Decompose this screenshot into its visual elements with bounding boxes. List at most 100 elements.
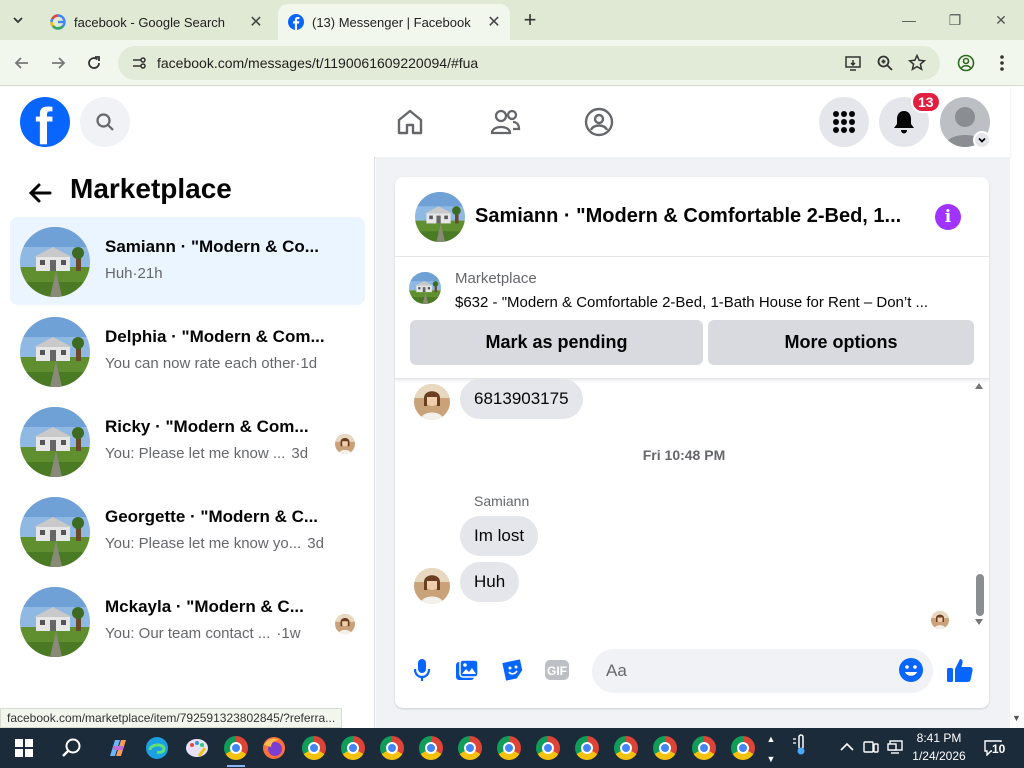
sticker-button[interactable] xyxy=(499,656,527,684)
conversation-item[interactable]: Mckayla · "Modern & C... You: Our team c… xyxy=(10,577,365,665)
notification-badge: 13 xyxy=(911,91,941,113)
sender-avatar[interactable] xyxy=(414,568,450,604)
new-tab-button[interactable]: + xyxy=(518,7,542,32)
taskbar-paint[interactable] xyxy=(183,734,211,762)
taskbar-chrome[interactable] xyxy=(729,734,757,762)
start-button[interactable] xyxy=(10,734,38,762)
taskbar-chrome[interactable] xyxy=(612,734,640,762)
reload-button[interactable] xyxy=(82,51,106,75)
menu-button[interactable] xyxy=(819,97,869,147)
message-scrollbar[interactable] xyxy=(973,379,985,627)
tab-messenger[interactable]: (13) Messenger | Facebook ✕ xyxy=(278,4,510,40)
url-text: facebook.com/messages/t/1190061609220094… xyxy=(157,55,479,71)
conversation-item[interactable]: Georgette · "Modern & C... You: Please l… xyxy=(10,487,365,575)
sender-avatar[interactable] xyxy=(414,384,450,420)
back-button[interactable] xyxy=(10,51,34,75)
conversation-name: Delphia · "Modern & Com... xyxy=(105,327,325,346)
close-window-button[interactable]: ✕ xyxy=(986,8,1016,32)
page-scroll-down-arrow-icon[interactable]: ▼ xyxy=(1012,713,1021,723)
chrome-icon xyxy=(341,736,365,760)
taskbar-search[interactable] xyxy=(58,734,86,762)
nav-friends[interactable] xyxy=(487,104,523,140)
clock-date[interactable]: 1/24/2026 xyxy=(908,749,970,763)
address-bar[interactable]: facebook.com/messages/t/1190061609220094… xyxy=(118,46,940,80)
taskbar-chrome[interactable] xyxy=(651,734,679,762)
profile-button[interactable] xyxy=(954,51,978,75)
weather-thermometer-icon[interactable] xyxy=(792,734,810,755)
photo-icon xyxy=(456,659,479,680)
site-info-icon[interactable] xyxy=(124,55,154,71)
close-tab-icon[interactable]: ✕ xyxy=(246,12,266,32)
taskbar-chrome[interactable] xyxy=(534,734,562,762)
taskbar-overflow-up-icon[interactable]: ▲ xyxy=(762,730,780,748)
conversation-item[interactable]: Delphia · "Modern & Com... You can now r… xyxy=(10,307,365,395)
scroll-up-arrow-icon[interactable] xyxy=(975,383,983,389)
voice-clip-button[interactable] xyxy=(408,656,436,684)
back-arrow-icon[interactable] xyxy=(26,179,54,207)
taskbar-copilot[interactable] xyxy=(104,734,132,762)
conversation-time: 3d xyxy=(291,445,309,462)
facebook-logo[interactable]: f xyxy=(20,97,70,147)
restore-button[interactable]: ❐ xyxy=(940,8,970,32)
taskbar-overflow-down-icon[interactable]: ▼ xyxy=(762,750,780,768)
gif-button[interactable]: GIF xyxy=(543,656,571,684)
taskbar-chrome[interactable] xyxy=(456,734,484,762)
taskbar-chrome[interactable] xyxy=(495,734,523,762)
forward-button[interactable] xyxy=(46,51,70,75)
more-options-button[interactable]: More options xyxy=(708,320,974,365)
conversation-item[interactable]: Samiann · "Modern & Co... Huh ·21h xyxy=(10,217,365,305)
tab-title: (13) Messenger | Facebook xyxy=(312,14,471,30)
conversation-name: Samiann · "Modern & Co... xyxy=(105,237,319,256)
smiley-icon xyxy=(899,658,923,682)
like-button[interactable] xyxy=(946,656,974,684)
taskbar-chrome[interactable] xyxy=(378,734,406,762)
account-chevron[interactable] xyxy=(973,131,991,149)
bookmark-star-icon[interactable] xyxy=(908,54,926,72)
conversation-item[interactable]: Ricky · "Modern & Com... You: Please let… xyxy=(10,397,365,485)
nav-groups[interactable] xyxy=(581,104,617,140)
conversation-snippet: You can now rate each other xyxy=(105,355,296,372)
house-thumbnail[interactable] xyxy=(415,192,465,242)
network-icon[interactable] xyxy=(886,738,904,756)
taskbar-chrome[interactable] xyxy=(573,734,601,762)
install-app-icon[interactable] xyxy=(844,54,862,72)
arrow-left-icon xyxy=(14,57,28,69)
conversation-name: Ricky · "Modern & Com... xyxy=(105,417,309,436)
listing-label: Marketplace xyxy=(455,270,537,287)
zoom-icon[interactable] xyxy=(876,54,894,72)
marketplace-conversations-panel: Marketplace Samiann · "Modern & Co... Hu… xyxy=(0,157,375,728)
taskbar-chrome[interactable] xyxy=(300,734,328,762)
show-hidden-icons-icon[interactable] xyxy=(838,738,856,756)
attach-photo-button[interactable] xyxy=(453,656,481,684)
emoji-button[interactable] xyxy=(897,656,925,684)
search-button[interactable] xyxy=(80,97,130,147)
scrollbar-thumb[interactable] xyxy=(976,574,984,616)
taskbar-firefox[interactable] xyxy=(260,734,288,762)
taskbar-chrome[interactable] xyxy=(417,734,445,762)
taskbar-chrome[interactable] xyxy=(222,734,250,762)
chat-title[interactable]: Samiann · "Modern & Comfortable 2-Bed, 1… xyxy=(475,205,915,228)
chrome-icon xyxy=(653,736,677,760)
taskbar-chrome[interactable] xyxy=(690,734,718,762)
taskbar-edge[interactable] xyxy=(143,734,171,762)
friends-icon xyxy=(490,109,521,135)
taskbar-chrome[interactable] xyxy=(339,734,367,762)
mark-as-pending-button[interactable]: Mark as pending xyxy=(410,320,703,365)
house-thumbnail[interactable] xyxy=(409,272,441,304)
tab-google-search[interactable]: facebook - Google Search ✕ xyxy=(40,4,272,40)
conversation-name: Mckayla · "Modern & C... xyxy=(105,597,304,616)
chevron-down-icon xyxy=(13,17,23,24)
message-input[interactable]: Aa xyxy=(592,649,933,693)
scroll-down-arrow-icon[interactable] xyxy=(975,619,983,625)
tab-search-button[interactable] xyxy=(4,6,32,34)
minimize-button[interactable]: — xyxy=(894,8,924,32)
close-tab-icon[interactable]: ✕ xyxy=(484,12,504,32)
arrow-right-icon xyxy=(52,57,66,69)
info-icon[interactable]: i xyxy=(935,204,961,230)
browser-menu-button[interactable] xyxy=(990,51,1014,75)
conversation-time: ·21h xyxy=(132,265,163,282)
nav-home[interactable] xyxy=(392,104,428,140)
clock-time[interactable]: 8:41 PM xyxy=(908,731,970,745)
device-icon[interactable] xyxy=(862,738,880,756)
listing-title[interactable]: $632 - "Modern & Comfortable 2-Bed, 1-Ba… xyxy=(455,294,975,311)
